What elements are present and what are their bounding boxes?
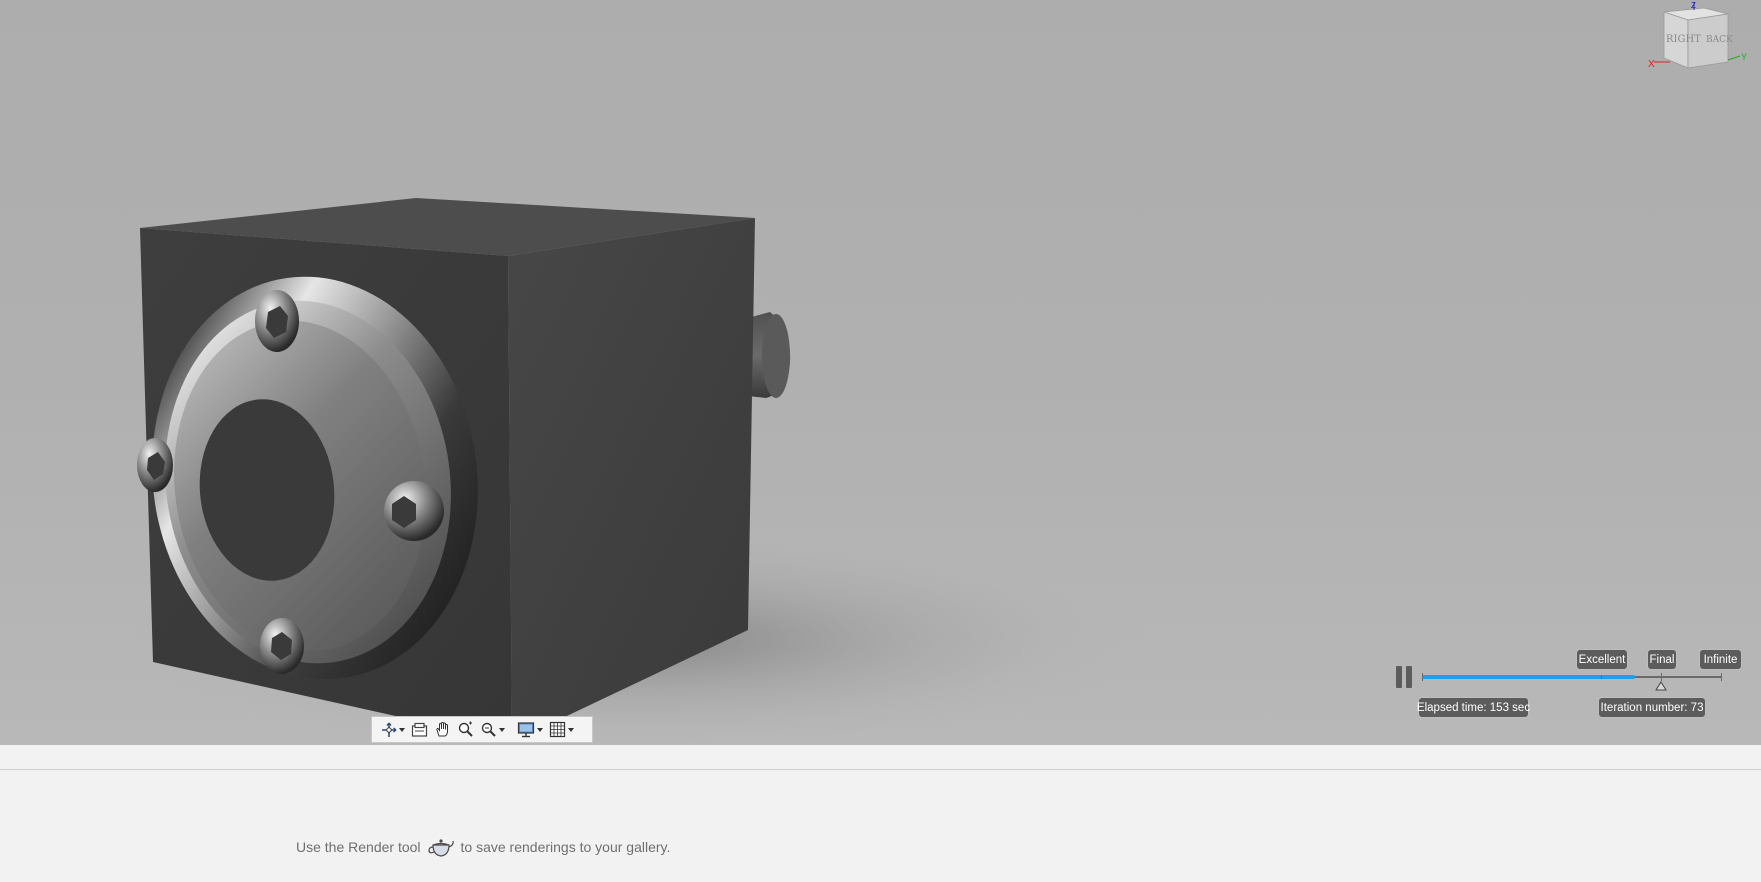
viewcube-right-label: RIGHT	[1666, 34, 1701, 45]
view-cube[interactable]: RIGHT BACK X Y Z	[1648, 0, 1758, 75]
chevron-down-icon	[568, 727, 574, 732]
look-at-icon	[411, 722, 428, 737]
teapot-icon	[427, 835, 455, 859]
grid-settings-button[interactable]	[546, 719, 577, 741]
quality-slider-handle[interactable]	[1655, 681, 1667, 691]
rendered-model	[120, 198, 1160, 745]
gallery-hint-text-after: to save renderings to your gallery.	[460, 839, 671, 855]
axis-x-label: X	[1648, 59, 1655, 70]
orbit-button[interactable]	[378, 719, 408, 741]
grid-icon	[549, 721, 566, 738]
iteration-number-label: Iteration number: 73	[1598, 697, 1706, 718]
viewcube-back-label: BACK	[1706, 35, 1733, 45]
zoom-button[interactable]	[454, 719, 477, 741]
gallery-hint: Use the Render tool to save renderings t…	[296, 835, 670, 859]
fit-button[interactable]	[477, 719, 508, 741]
look-at-button[interactable]	[408, 719, 431, 741]
display-monitor-icon	[517, 722, 535, 738]
display-settings-button[interactable]	[514, 719, 546, 741]
gallery-hint-text-before: Use the Render tool	[296, 839, 421, 855]
axis-z-label: Z	[1691, 1, 1696, 10]
quality-excellent-label[interactable]: Excellent	[1576, 649, 1628, 670]
gallery-panel-divider	[0, 769, 1761, 770]
chevron-down-icon	[399, 727, 405, 732]
pan-hand-icon	[436, 722, 448, 737]
zoom-window-icon	[481, 722, 496, 737]
pan-button[interactable]	[431, 719, 454, 741]
chevron-down-icon	[537, 727, 543, 732]
zoom-icon	[458, 721, 473, 737]
chevron-down-icon	[499, 727, 505, 732]
navigation-toolbar	[371, 716, 593, 743]
render-viewport[interactable]: RIGHT BACK X Y Z Excellent Final Infinit…	[0, 0, 1761, 745]
axis-y-label: Y	[1741, 52, 1747, 62]
pause-icon	[1396, 666, 1402, 688]
quality-infinite-label[interactable]: Infinite	[1699, 649, 1742, 670]
pause-button[interactable]	[1396, 666, 1414, 688]
elapsed-time-label: Elapsed time: 153 sec	[1417, 697, 1530, 718]
quality-final-label[interactable]: Final	[1647, 649, 1677, 670]
orbit-icon	[382, 722, 397, 737]
render-progress-fill	[1422, 675, 1635, 679]
